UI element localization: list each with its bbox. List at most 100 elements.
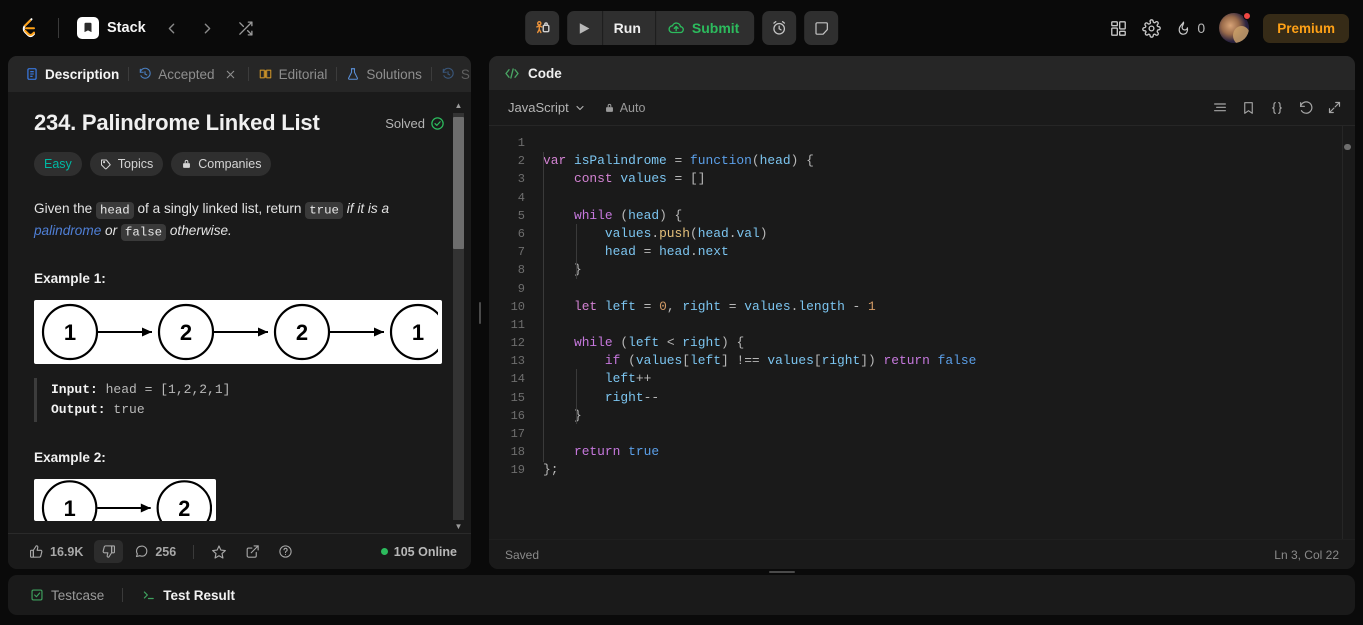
favorite-button[interactable] — [204, 540, 234, 564]
code-editor[interactable]: 1 2 3 4 5 6 7 8 9 10 11 12 13 14 15 16 17 18 19 var isPali… — [489, 126, 1355, 539]
palindrome-link[interactable]: palindrome — [34, 223, 101, 238]
line-number: 10 — [510, 299, 525, 314]
tab-test-result[interactable]: Test Result — [133, 583, 243, 608]
code-token: values — [604, 225, 652, 241]
code-token: ) { — [720, 335, 745, 351]
code-token: function — [690, 153, 752, 169]
bookmark-icon[interactable] — [1241, 100, 1256, 116]
tab-solutions[interactable]: Solutions — [337, 56, 431, 92]
code-token: right — [821, 353, 861, 369]
share-button[interactable] — [238, 540, 267, 563]
code-token: = [] — [666, 171, 706, 187]
leetcode-logo-icon[interactable] — [14, 13, 44, 43]
svg-text:2: 2 — [178, 496, 190, 521]
tag-row: Easy Topics Companies — [34, 152, 449, 176]
line-number: 14 — [510, 372, 525, 387]
playground-debug-icon[interactable] — [524, 11, 559, 45]
reset-undo-icon[interactable] — [1298, 100, 1314, 116]
editor-scrollbar-thumb[interactable] — [1344, 144, 1351, 150]
grid-apps-icon[interactable] — [1109, 19, 1128, 38]
curly-braces-icon[interactable] — [1269, 100, 1285, 116]
vertical-splitter[interactable] — [477, 56, 483, 569]
scrollbar-thumb[interactable] — [453, 117, 464, 249]
navbar-left-group: Stack — [14, 13, 260, 43]
navbar-right-group: 0 Premium — [1109, 12, 1349, 43]
language-label: JavaScript — [508, 100, 569, 115]
example-1-input-row: Input: head = [1,2,2,1] — [51, 380, 449, 400]
close-icon[interactable] — [223, 66, 239, 82]
code-token: , — [666, 298, 683, 314]
like-button[interactable]: 16.9K — [22, 540, 90, 563]
auto-lock-toggle[interactable]: Auto — [604, 101, 645, 115]
run-label: Run — [613, 20, 641, 36]
description-scrollbar[interactable]: ▲ ▼ — [452, 100, 465, 533]
streak-counter[interactable]: 0 — [1175, 20, 1205, 37]
save-status: Saved — [505, 547, 540, 562]
alarm-clock-icon[interactable] — [762, 11, 797, 45]
code-text-area[interactable]: var isPalindrome = function(head) { cons… — [535, 126, 1355, 539]
lock-icon — [181, 158, 192, 170]
run-button[interactable]: Run — [603, 11, 656, 45]
page-title: 234. Palindrome Linked List — [34, 110, 320, 135]
code-token: left — [604, 298, 636, 314]
shuffle-icon[interactable] — [232, 14, 260, 42]
comment-icon — [134, 544, 149, 559]
scrollbar-track[interactable] — [453, 113, 464, 520]
description-content: 234. Palindrome Linked List Solved Easy — [8, 92, 471, 533]
code-token: next — [697, 244, 729, 260]
gear-icon[interactable] — [1142, 18, 1162, 38]
line-number: 4 — [517, 190, 525, 205]
example-2-heading: Example 2: — [34, 450, 106, 466]
title-row: 234. Palindrome Linked List Solved — [34, 110, 449, 136]
scroll-up-arrow[interactable]: ▲ — [455, 100, 463, 112]
submit-button[interactable]: Submit — [656, 11, 754, 45]
chevron-right-icon[interactable] — [194, 14, 222, 42]
language-selector[interactable]: JavaScript — [502, 97, 592, 118]
companies-button[interactable]: Companies — [171, 152, 272, 176]
dislike-button[interactable] — [94, 540, 124, 563]
linked-list-diagram-2: 12 — [34, 479, 216, 522]
output-value: true — [113, 402, 145, 418]
flask-icon — [346, 67, 360, 81]
avatar[interactable] — [1219, 12, 1252, 43]
problem-statement: Given the head of a singly linked list, … — [34, 198, 449, 243]
thumbs-down-icon — [101, 544, 116, 559]
code-token: ( — [751, 153, 760, 169]
description-panel: Description Accepted Editorial Solutions… — [8, 56, 471, 569]
tab-editorial[interactable]: Editorial — [249, 56, 337, 92]
tab-description[interactable]: Description — [16, 56, 128, 92]
help-button[interactable] — [271, 540, 300, 563]
comment-button[interactable]: 256 — [127, 540, 183, 563]
scroll-down-arrow[interactable]: ▼ — [455, 521, 463, 533]
line-number: 2 — [517, 154, 525, 169]
chevron-left-icon[interactable] — [158, 14, 186, 42]
svg-text:1: 1 — [64, 320, 76, 345]
stack-breadcrumb[interactable]: Stack — [73, 14, 150, 42]
format-lines-icon[interactable] — [1212, 100, 1228, 116]
code-token: ) { — [790, 153, 814, 169]
code-token: ]) — [860, 353, 884, 369]
tab-accepted[interactable]: Accepted — [129, 56, 247, 92]
thumbs-up-icon — [29, 544, 44, 559]
code-token: 1 — [868, 298, 876, 314]
code-token: if — [604, 353, 629, 369]
example-1-io: Input: head = [1,2,2,1] Output: true — [34, 377, 449, 423]
sticky-note-icon[interactable] — [804, 11, 839, 45]
topics-label: Topics — [117, 157, 154, 171]
tab-submissions-clipped[interactable]: S — [432, 56, 471, 92]
star-icon — [211, 544, 227, 560]
expand-fullscreen-icon[interactable] — [1327, 100, 1342, 115]
tab-testcase[interactable]: Testcase — [22, 583, 112, 608]
statement-part-1: Given the — [34, 201, 96, 216]
play-triangle-icon[interactable] — [567, 11, 603, 45]
editor-scrollbar[interactable] — [1342, 126, 1353, 539]
premium-button[interactable]: Premium — [1263, 13, 1349, 43]
code-token: values — [620, 171, 667, 187]
topics-button[interactable]: Topics — [89, 152, 164, 176]
difficulty-badge[interactable]: Easy — [34, 152, 82, 176]
